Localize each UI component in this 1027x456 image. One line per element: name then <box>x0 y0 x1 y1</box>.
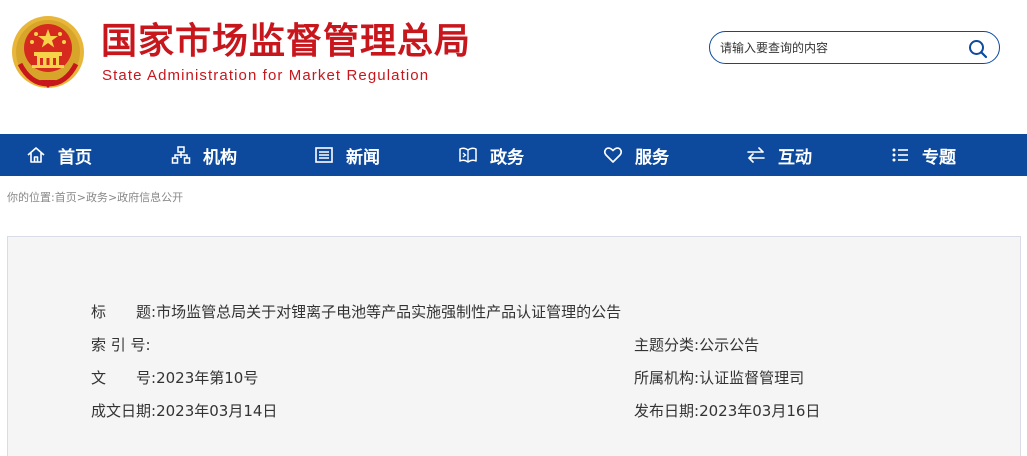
breadcrumb-separator: > <box>107 191 118 204</box>
book-icon <box>459 147 477 163</box>
national-emblem-icon[interactable] <box>10 14 86 90</box>
doc-publish-date-value: 2023年03月16日 <box>699 402 821 420</box>
breadcrumb-link-home[interactable]: 首页 <box>55 191 77 204</box>
nav-item-news[interactable]: 新闻 <box>314 134 380 176</box>
breadcrumb-link-gov-info[interactable]: 政府信息公开 <box>117 191 183 204</box>
search-box <box>709 31 1000 64</box>
doc-title-label: 标 题: <box>91 303 157 321</box>
doc-written-date-row: 成文日期:2023年03月14日 <box>91 400 277 421</box>
nav-label: 互动 <box>778 147 812 168</box>
nav-item-service[interactable]: 服务 <box>603 134 669 176</box>
doc-number-label: 文 号: <box>91 369 157 387</box>
list-icon <box>892 148 908 162</box>
doc-topic-row: 主题分类:公示公告 <box>634 334 759 355</box>
nav-item-interact[interactable]: 互动 <box>746 134 812 176</box>
breadcrumb: 你的位置:首页>政务>政府信息公开 <box>7 189 183 205</box>
nav-item-topics[interactable]: 专题 <box>890 134 956 176</box>
doc-number-row: 文 号:2023年第10号 <box>91 367 258 388</box>
doc-dept-value: 认证监督管理司 <box>699 369 805 387</box>
site-title[interactable]: 国家市场监督管理总局 <box>101 20 471 64</box>
doc-index-label: 索 引 号: <box>91 336 151 354</box>
nav-label: 服务 <box>635 147 669 168</box>
search-icon[interactable] <box>967 38 989 60</box>
nav-item-org[interactable]: 机构 <box>171 134 237 176</box>
nav-label: 专题 <box>922 147 956 168</box>
document-info-box: 标 题:市场监管总局关于对锂离子电池等产品实施强制性产品认证管理的公告 索 引 … <box>7 236 1021 456</box>
doc-dept-row: 所属机构:认证监督管理司 <box>634 367 804 388</box>
org-chart-icon <box>171 146 191 164</box>
breadcrumb-separator: > <box>76 191 86 204</box>
nav-item-home[interactable]: 首页 <box>26 134 92 176</box>
nav-label: 新闻 <box>346 147 380 168</box>
breadcrumb-link-affairs[interactable]: 政务 <box>86 191 108 204</box>
home-icon <box>27 147 45 163</box>
main-nav: 首页 机构 新闻 政务 服务 互动 专题 <box>0 134 1027 176</box>
site-subtitle: State Administration for Market Regulati… <box>102 67 430 84</box>
nav-label: 首页 <box>58 147 92 168</box>
arrows-exchange-icon <box>747 147 765 163</box>
doc-publish-date-label: 发布日期: <box>634 402 700 420</box>
nav-label: 机构 <box>203 147 237 168</box>
doc-written-date-value: 2023年03月14日 <box>156 402 278 420</box>
doc-number-value: 2023年第10号 <box>156 369 259 387</box>
doc-written-date-label: 成文日期: <box>91 402 157 420</box>
doc-title-row: 标 题:市场监管总局关于对锂离子电池等产品实施强制性产品认证管理的公告 <box>91 301 621 322</box>
nav-label: 政务 <box>490 147 524 168</box>
doc-topic-value: 公示公告 <box>699 336 760 354</box>
site-header: 国家市场监督管理总局 State Administration for Mark… <box>0 0 1027 134</box>
breadcrumb-prefix: 你的位置: <box>7 191 55 204</box>
doc-title-value: 市场监管总局关于对锂离子电池等产品实施强制性产品认证管理的公告 <box>156 303 622 321</box>
nav-item-affairs[interactable]: 政务 <box>458 134 524 176</box>
doc-publish-date-row: 发布日期:2023年03月16日 <box>634 400 820 421</box>
heart-icon <box>603 147 623 163</box>
news-icon <box>315 147 333 163</box>
doc-index-row: 索 引 号: <box>91 334 151 355</box>
search-input[interactable] <box>720 38 960 58</box>
doc-dept-label: 所属机构: <box>634 369 700 387</box>
doc-topic-label: 主题分类: <box>634 336 700 354</box>
